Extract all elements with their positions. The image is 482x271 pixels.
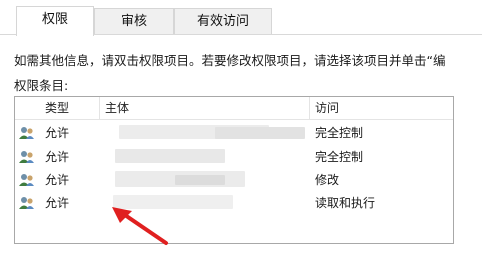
tab-strip: 权限 审核 有效访问 [0, 0, 482, 36]
users-icon [19, 151, 34, 163]
redacted-principal [115, 149, 225, 163]
table-row[interactable]: 允许 完全控制 [15, 147, 453, 167]
tab-auditing[interactable]: 审核 [94, 8, 174, 34]
users-icon [19, 127, 34, 139]
row-type: 允许 [45, 126, 70, 140]
info-text: 如需其他信息，请双击权限项目。若要修改权限项目，请选择该项目并单击“编 [14, 53, 446, 68]
permission-entries-label: 权限条目: [14, 78, 69, 93]
tab-permissions[interactable]: 权限 [16, 6, 94, 36]
row-access: 修改 [315, 173, 340, 187]
list-header: 类型 主体 访问 [15, 97, 453, 120]
red-arrow-annotation [112, 207, 168, 245]
column-header-principal[interactable]: 主体 [105, 97, 129, 119]
column-divider[interactable] [99, 97, 100, 119]
permission-entries-list[interactable]: 类型 主体 访问 允许 完全控制 允许 完全控制 允许 修改 允许 读取和执行 [14, 96, 454, 244]
row-type: 允许 [45, 150, 70, 164]
users-icon [19, 197, 34, 209]
redacted-principal [175, 175, 225, 185]
column-header-access[interactable]: 访问 [315, 97, 339, 119]
table-row[interactable]: 允许 读取和执行 [15, 193, 453, 213]
row-access: 读取和执行 [315, 196, 376, 210]
row-type: 允许 [45, 173, 70, 187]
users-icon [19, 174, 34, 186]
redacted-principal [215, 127, 305, 139]
row-type: 允许 [45, 196, 70, 210]
column-divider[interactable] [309, 97, 310, 119]
row-access: 完全控制 [315, 126, 364, 140]
tab-effective-access[interactable]: 有效访问 [174, 8, 272, 34]
row-access: 完全控制 [315, 150, 364, 164]
column-header-type[interactable]: 类型 [45, 97, 69, 119]
horizontal-scroll-area [0, 246, 482, 271]
